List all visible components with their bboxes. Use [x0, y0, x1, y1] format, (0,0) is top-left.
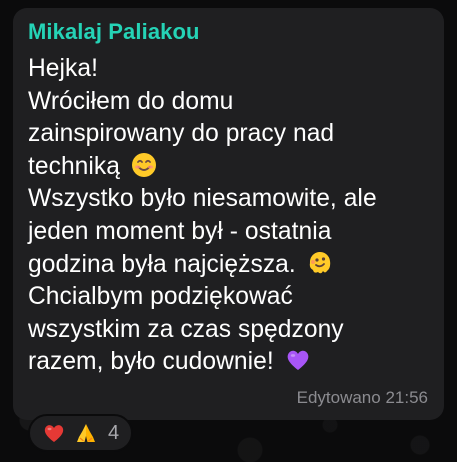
- smiling-face-icon: [131, 152, 156, 177]
- message-text: Hejka! Wróciłem do domu zainspirowany do…: [28, 53, 430, 379]
- message-line: godzina była najcięższa.: [28, 249, 430, 282]
- message-line: Hejka!: [28, 55, 99, 82]
- sender-name[interactable]: Mikalaj Paliakou: [28, 19, 430, 45]
- red-heart-icon: [42, 421, 66, 445]
- message-bubble[interactable]: Mikalaj Paliakou Hejka! Wróciłem do domu…: [13, 8, 444, 420]
- message-line: zainspirowany do pracy nad: [28, 120, 335, 148]
- message-status: Edytowano 21:56: [296, 388, 428, 407]
- folded-hands-icon: [74, 421, 98, 445]
- message-line: techniką: [28, 151, 430, 184]
- message-line: Wszystko było niesamowite, ale: [28, 185, 377, 213]
- purple-heart-icon: [287, 351, 308, 371]
- message-line: Chcialbym podziękować: [28, 283, 293, 311]
- reaction-count: 4: [108, 422, 120, 444]
- message-line: Wróciłem do domu: [28, 87, 234, 115]
- melting-face-icon: [309, 251, 330, 273]
- reactions-pill[interactable]: 4: [28, 414, 134, 452]
- message-line: razem, było cudownie!: [28, 346, 430, 379]
- message-line: wszystkim za czas spędzony: [28, 315, 344, 343]
- message-line: jeden moment był - ostatnia: [28, 217, 332, 245]
